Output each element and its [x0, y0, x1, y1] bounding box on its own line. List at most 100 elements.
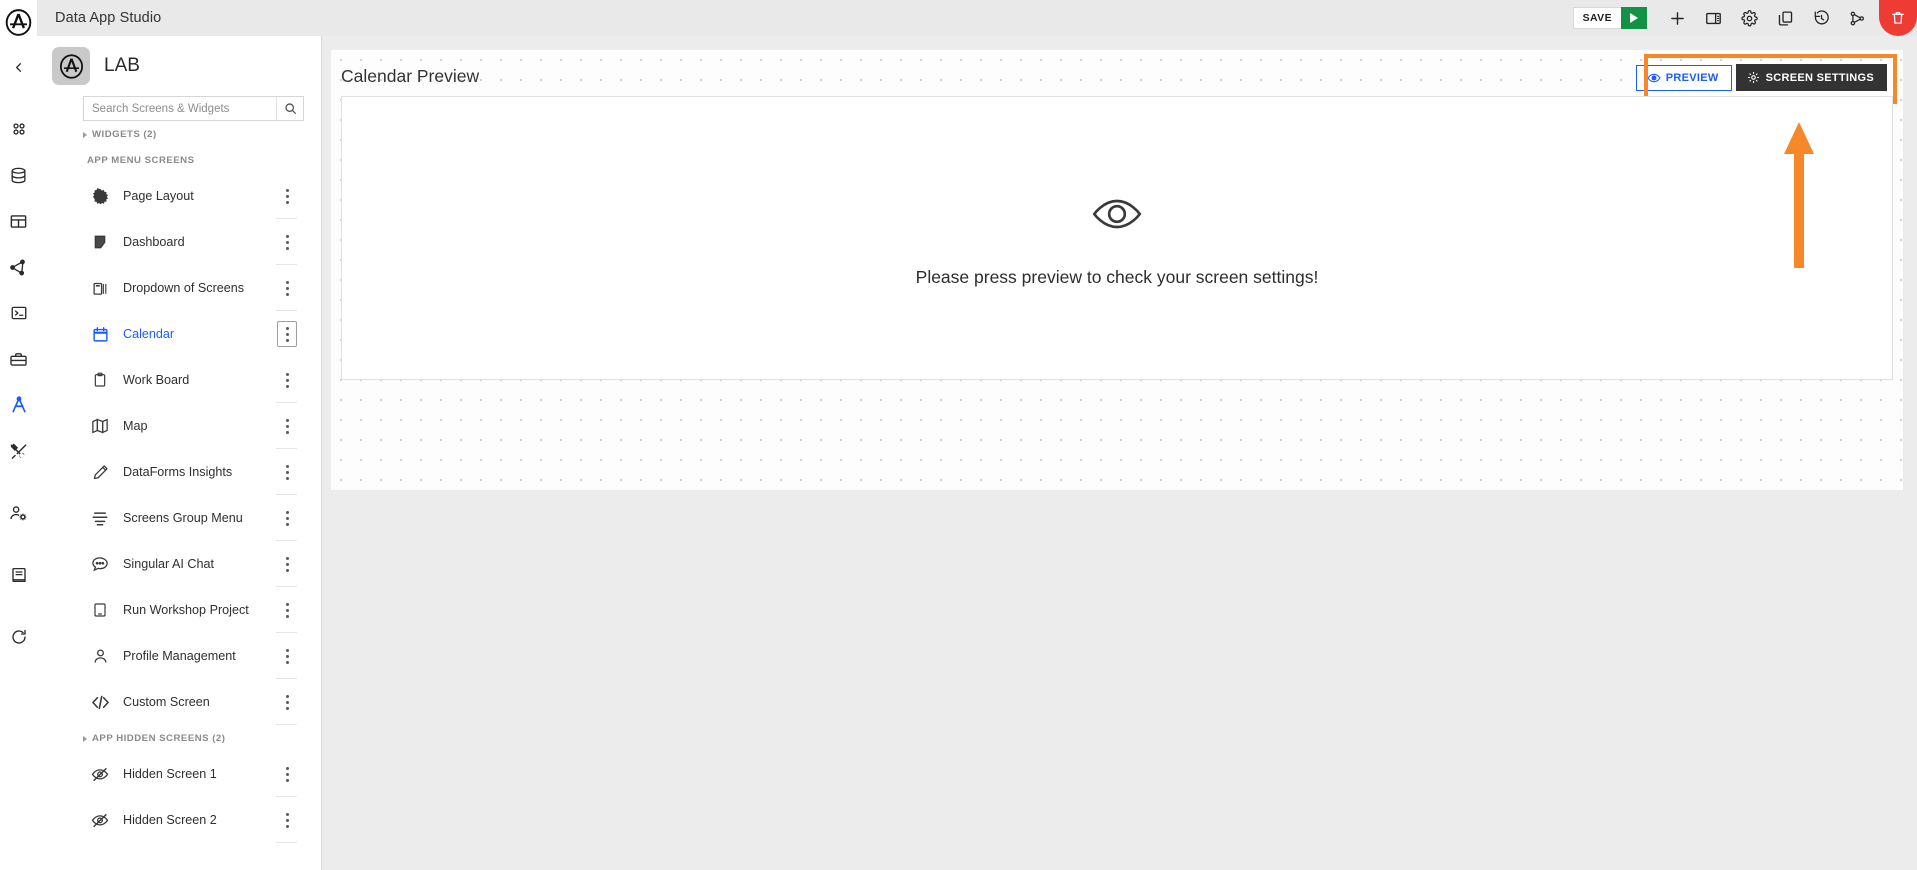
sidebar-item-label: Map — [123, 419, 148, 433]
sidebar-item-page-layout[interactable]: Page Layout — [37, 173, 321, 219]
app-logo[interactable] — [0, 0, 37, 44]
sidebar-item-dropdown-of-screens[interactable]: Dropdown of Screens — [37, 265, 321, 311]
rail-docs-icon[interactable] — [0, 552, 37, 598]
row-menu-button[interactable] — [277, 597, 297, 623]
run-button[interactable] — [1621, 7, 1647, 29]
row-menu-button[interactable] — [277, 643, 297, 669]
main-canvas: Calendar Preview PREVIEW SCREEN SETTINGS… — [322, 36, 1917, 870]
sidebar-item-singular-ai-chat[interactable]: Singular AI Chat — [37, 541, 321, 587]
rail-refresh-icon[interactable] — [0, 614, 37, 660]
preview-actions-bar: PREVIEW SCREEN SETTINGS — [1632, 61, 1890, 94]
row-menu-button[interactable] — [277, 183, 297, 209]
page-title: Calendar Preview — [341, 66, 480, 86]
map-icon — [89, 417, 111, 435]
row-divider — [276, 842, 297, 843]
row-menu-button[interactable] — [277, 229, 297, 255]
empty-state-message: Please press preview to check your scree… — [915, 267, 1319, 287]
sidebar-item-map[interactable]: Map — [37, 403, 321, 449]
sidebar-item-dashboard[interactable]: Dashboard — [37, 219, 321, 265]
work-board-icon — [89, 372, 111, 388]
eye-off-icon — [89, 765, 111, 783]
preview-placeholder-card: Please press preview to check your scree… — [341, 96, 1893, 380]
person-icon — [89, 648, 111, 665]
top-toolbar-actions: SAVE — [1572, 0, 1917, 36]
preview-button-label: PREVIEW — [1665, 71, 1719, 84]
row-menu-button[interactable] — [277, 689, 297, 715]
add-button[interactable] — [1659, 0, 1695, 36]
top-header-bar: Data App Studio SAVE — [37, 0, 1917, 36]
row-menu-button[interactable] — [277, 275, 297, 301]
row-menu-button[interactable] — [277, 459, 297, 485]
sidebar-item-label: Run Workshop Project — [123, 603, 249, 617]
sidebar-item-run-workshop-project[interactable]: Run Workshop Project — [37, 587, 321, 633]
row-menu-button[interactable] — [277, 551, 297, 577]
sidebar-item-hidden-screen-1[interactable]: Hidden Screen 1 — [37, 751, 321, 797]
screen-settings-button[interactable]: SCREEN SETTINGS — [1735, 64, 1887, 91]
gear-icon — [1747, 71, 1760, 84]
delete-button[interactable] — [1879, 0, 1917, 36]
app-title: Data App Studio — [55, 10, 162, 26]
rail-apps-icon[interactable] — [0, 106, 37, 152]
layout-panel-button[interactable] — [1695, 0, 1731, 36]
widgets-group-header[interactable]: WIDGETS (2) — [37, 121, 321, 147]
rail-data-app-studio-icon[interactable] — [0, 382, 37, 428]
rail-user-settings-icon[interactable] — [0, 490, 37, 536]
sidebar-item-screens-group-menu[interactable]: Screens Group Menu — [37, 495, 321, 541]
rail-collapse-icon[interactable] — [0, 44, 37, 90]
eye-icon — [1091, 188, 1143, 245]
sidebar-item-label: Screens Group Menu — [123, 511, 243, 525]
settings-button[interactable] — [1731, 0, 1767, 36]
dashboard-icon — [89, 234, 111, 250]
screens-sidebar: LAB WIDGETS (2) APP MENU SCREENS — [37, 36, 322, 870]
lab-logo-icon[interactable] — [52, 47, 90, 85]
rail-tools-icon[interactable] — [0, 428, 37, 474]
play-icon — [1630, 13, 1638, 23]
sidebar-item-work-board[interactable]: Work Board — [37, 357, 321, 403]
app-root: Data App Studio SAVE LAB Search Screens … — [0, 0, 1917, 870]
app-name: LAB — [104, 55, 140, 76]
history-button[interactable] — [1803, 0, 1839, 36]
sidebar-item-label: Calendar — [123, 327, 175, 341]
chevron-right-icon — [83, 735, 87, 742]
eye-icon — [1647, 71, 1661, 85]
dropdown-screens-icon — [89, 280, 111, 297]
app-hidden-screens-header[interactable]: APP HIDDEN SCREENS (2) — [37, 725, 321, 751]
row-menu-button[interactable] — [277, 807, 297, 833]
sidebar-item-label: Work Board — [123, 373, 190, 387]
rail-toolbox-icon[interactable] — [0, 336, 37, 382]
sidebar-item-label: Dropdown of Screens — [123, 281, 245, 295]
screen-settings-button-label: SCREEN SETTINGS — [1765, 71, 1874, 84]
preview-button[interactable]: PREVIEW — [1635, 64, 1732, 91]
app-header: LAB — [37, 36, 321, 94]
tablet-icon — [89, 602, 111, 618]
rail-database-icon[interactable] — [0, 152, 37, 198]
search-input[interactable] — [84, 97, 276, 120]
sidebar-item-dataforms-insights[interactable]: DataForms Insights — [37, 449, 321, 495]
duplicate-button[interactable] — [1767, 0, 1803, 36]
sidebar-item-label: Hidden Screen 1 — [123, 767, 217, 781]
sidebar-item-calendar[interactable]: Calendar — [37, 311, 321, 357]
row-menu-button[interactable] — [277, 367, 297, 393]
row-menu-button[interactable] — [277, 505, 297, 531]
pencil-icon — [89, 464, 111, 481]
search-icon[interactable] — [276, 97, 303, 120]
row-menu-button[interactable] — [277, 761, 297, 787]
sidebar-item-label: Singular AI Chat — [123, 557, 215, 571]
app-menu-screens-label: APP MENU SCREENS — [87, 155, 195, 166]
search-bar — [83, 96, 304, 121]
screen-designer-page[interactable]: Calendar Preview PREVIEW SCREEN SETTINGS… — [331, 50, 1903, 490]
rail-graph-icon[interactable] — [0, 244, 37, 290]
rail-table-icon[interactable] — [0, 198, 37, 244]
sidebar-item-profile-management[interactable]: Profile Management — [37, 633, 321, 679]
rail-terminal-icon[interactable] — [0, 290, 37, 336]
row-divider — [276, 724, 297, 725]
save-run-group: SAVE — [1572, 7, 1647, 29]
sidebar-item-custom-screen[interactable]: Custom Screen — [37, 679, 321, 725]
row-menu-button[interactable] — [277, 321, 297, 347]
branch-button[interactable] — [1839, 0, 1875, 36]
code-icon — [89, 693, 111, 712]
sidebar-item-hidden-screen-2[interactable]: Hidden Screen 2 — [37, 797, 321, 843]
eye-off-icon — [89, 811, 111, 829]
save-button[interactable]: SAVE — [1572, 7, 1621, 29]
row-menu-button[interactable] — [277, 413, 297, 439]
